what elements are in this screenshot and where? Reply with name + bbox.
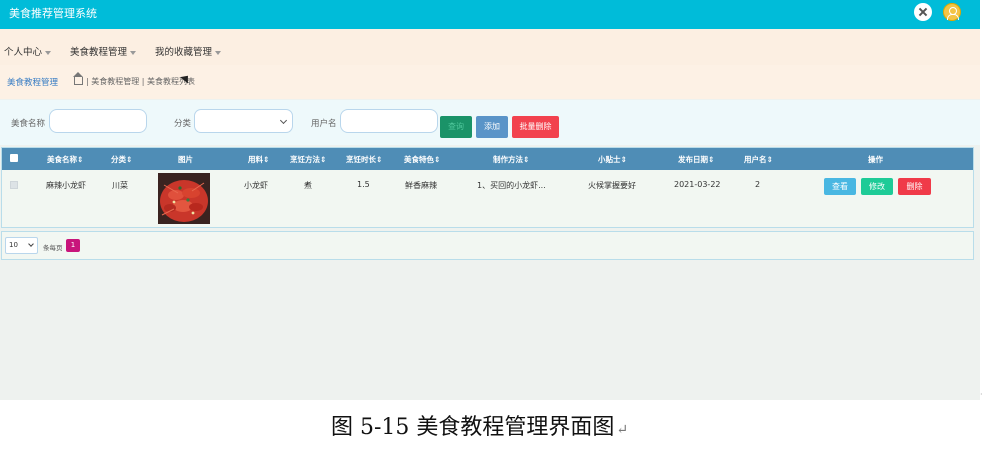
batch-delete-button[interactable]: 批量删除 <box>512 116 559 138</box>
caption-text: 图 5-15 美食教程管理界面图 <box>331 415 615 440</box>
column-header: 图片 <box>178 155 193 164</box>
data-table: 美食名称⇕ 分类⇕ 图片 用料⇕ 烹饪方法⇕ 烹饪时长⇕ 美食特色⇕ 制作方法⇕… <box>1 147 974 228</box>
return-mark: ↵ <box>616 422 629 438</box>
username-label: 用户名 <box>311 119 337 129</box>
breadcrumb-path[interactable]: | 美食教程管理 | 美食教程列表 <box>86 77 195 86</box>
view-button[interactable]: 查看 <box>824 178 856 195</box>
nav-item-label: 美食教程管理 <box>70 47 128 58</box>
close-icon[interactable] <box>914 3 932 21</box>
chevron-down-icon <box>279 116 288 125</box>
select-all-checkbox[interactable] <box>10 154 18 162</box>
chevron-down-icon <box>28 241 34 247</box>
column-header[interactable]: 美食特色⇕ <box>404 154 440 165</box>
column-header[interactable]: 烹饪方法⇕ <box>290 154 326 165</box>
page-title: 美食教程管理 <box>7 78 59 88</box>
column-header[interactable]: 制作方法⇕ <box>493 154 529 165</box>
category-select[interactable] <box>194 109 293 133</box>
cell-food-name: 麻辣小龙虾 <box>46 181 86 190</box>
main-nav: 个人中心 美食教程管理 我的收藏管理 <box>0 29 980 65</box>
username-input[interactable] <box>340 109 438 133</box>
column-header[interactable]: 用户名⇕ <box>744 154 773 165</box>
user-avatar-icon[interactable] <box>943 3 961 21</box>
column-header: 操作 <box>868 155 883 164</box>
page-size-select[interactable]: 10 <box>5 237 38 254</box>
add-button[interactable]: 添加 <box>476 116 508 138</box>
home-icon[interactable] <box>73 72 83 85</box>
line-end-mark: · <box>980 390 983 399</box>
column-header[interactable]: 美食名称⇕ <box>47 154 83 165</box>
edit-button[interactable]: 修改 <box>861 178 893 195</box>
nav-item-favorites[interactable]: 我的收藏管理 <box>155 44 222 58</box>
cell-steps: 1、买回的小龙虾... <box>477 181 546 190</box>
cell-tips: 火候掌握要好 <box>588 181 636 190</box>
delete-button[interactable]: 删除 <box>898 178 931 195</box>
crayfish-photo <box>158 173 210 224</box>
pagination: 10 条每页 1 <box>1 231 974 260</box>
cell-feature: 鲜香麻辣 <box>405 181 437 190</box>
breadcrumb: 美食教程管理 | 美食教程管理 | 美食教程列表 <box>0 65 980 99</box>
page-number-button[interactable]: 1 <box>66 239 80 252</box>
cell-duration: 1.5 <box>357 180 370 189</box>
cell-method: 煮 <box>304 181 312 190</box>
app-window: 美食推荐管理系统 个人中心 美食教程管理 我的收藏管理 美食教程管理 | 美食教… <box>0 0 980 400</box>
chevron-down-icon <box>45 50 52 55</box>
nav-item-food-tutorial[interactable]: 美食教程管理 <box>70 44 137 58</box>
cell-username: 2 <box>755 180 761 189</box>
nav-item-label: 个人中心 <box>4 47 43 58</box>
top-header: 美食推荐管理系统 <box>0 0 980 29</box>
search-button[interactable]: 查询 <box>440 116 472 138</box>
page-size-text: 条每页 <box>43 244 63 252</box>
cell-ingredients: 小龙虾 <box>244 181 268 190</box>
app-title: 美食推荐管理系统 <box>9 7 97 20</box>
food-name-input[interactable] <box>49 109 147 133</box>
column-header[interactable]: 烹饪时长⇕ <box>346 154 382 165</box>
column-header[interactable]: 用料⇕ <box>248 154 269 165</box>
row-checkbox[interactable] <box>10 181 18 189</box>
column-header[interactable]: 分类⇕ <box>111 154 132 165</box>
figure-caption: 图 5-15 美食教程管理界面图 ↵ <box>331 409 628 441</box>
cell-date: 2021-03-22 <box>674 180 721 189</box>
cell-category: 川菜 <box>112 181 128 190</box>
column-header[interactable]: 小贴士⇕ <box>598 154 627 165</box>
category-label: 分类 <box>174 119 192 129</box>
breadcrumb-trail: | 美食教程管理 | 美食教程列表 <box>73 72 195 87</box>
table-header: 美食名称⇕ 分类⇕ 图片 用料⇕ 烹饪方法⇕ 烹饪时长⇕ 美食特色⇕ 制作方法⇕… <box>2 148 973 170</box>
nav-item-label: 我的收藏管理 <box>155 47 213 58</box>
page-size-value: 10 <box>9 241 18 249</box>
column-header[interactable]: 发布日期⇕ <box>678 154 714 165</box>
chevron-down-icon <box>215 50 222 55</box>
nav-item-personal-center[interactable]: 个人中心 <box>4 44 52 58</box>
food-name-label: 美食名称 <box>11 119 46 129</box>
chevron-down-icon <box>130 50 137 55</box>
